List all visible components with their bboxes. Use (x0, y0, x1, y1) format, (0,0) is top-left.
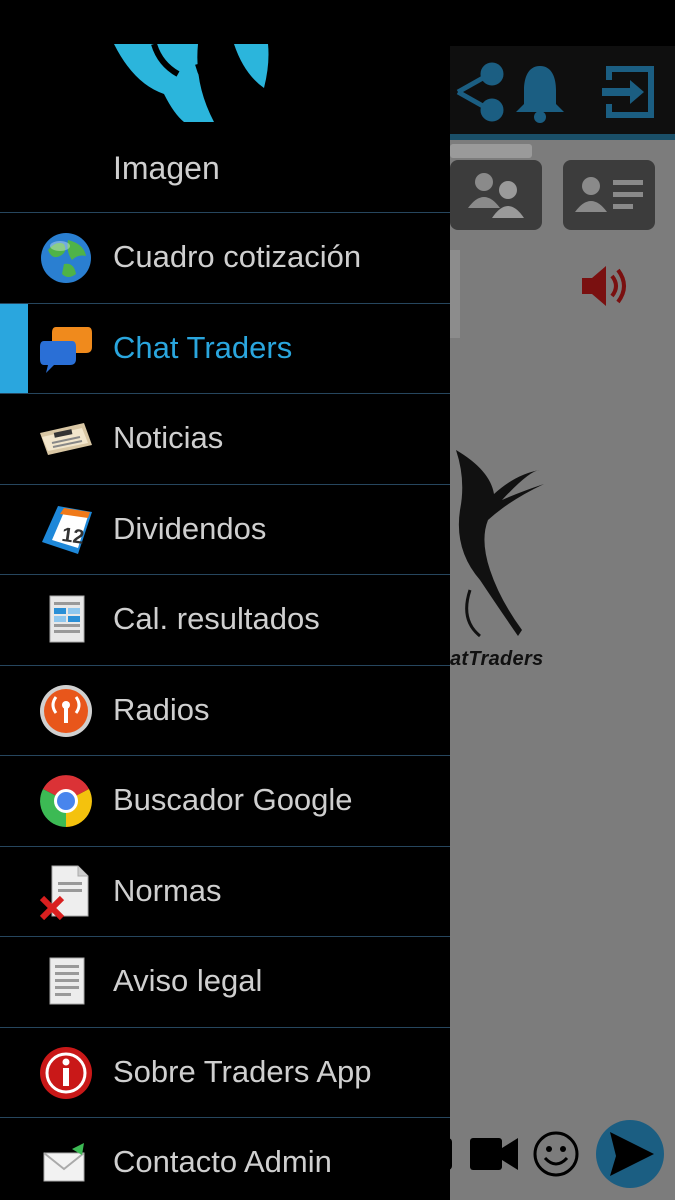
menu-item-radios[interactable]: Radios (0, 664, 450, 756)
menu-item-noticias[interactable]: Noticias (0, 393, 450, 484)
logout-icon[interactable] (598, 60, 662, 124)
menu-item-aviso-legal[interactable]: Aviso legal (0, 936, 450, 1027)
menu-item-label: Dividendos (113, 510, 267, 546)
send-icon[interactable] (594, 1118, 666, 1190)
phoenix-logo (456, 450, 544, 638)
menu-item-label: Noticias (113, 420, 224, 455)
newspaper-icon (40, 423, 92, 455)
menu-item-label: Contacto Admin (113, 1144, 332, 1179)
menu-item-label: Cal. resultados (113, 601, 320, 636)
share-icon[interactable] (448, 60, 512, 124)
drawer-menu: Cuadro cotización Chat Traders Noticias (0, 212, 450, 1200)
chat-bubbles-icon (40, 326, 92, 373)
users-icon (468, 173, 524, 218)
menu-item-buscador-google[interactable]: Buscador Google (0, 755, 450, 846)
logo-text: atTraders (450, 648, 544, 670)
calendar-icon: 12 (42, 505, 92, 554)
document-icon (49, 595, 85, 643)
document-icon (49, 957, 85, 1005)
video-camera-icon[interactable] (470, 1134, 520, 1174)
profile-tab[interactable] (563, 160, 655, 230)
menu-item-label: Sobre Traders App (113, 1053, 372, 1089)
id-card-icon (575, 177, 643, 212)
menu-item-cal-resultados[interactable]: Cal. resultados (0, 574, 450, 665)
menu-item-label: Chat Traders (113, 329, 293, 365)
speaker-icon[interactable] (578, 264, 630, 308)
menu-item-chat-traders[interactable]: Chat Traders (0, 302, 450, 393)
header-image (94, 44, 274, 122)
globe-icon (41, 233, 91, 283)
menu-item-label: Aviso legal (113, 963, 263, 998)
menu-item-contacto-admin[interactable]: Contacto Admin (0, 1117, 450, 1200)
menu-item-label: Normas (113, 872, 222, 908)
menu-item-label: Cuadro cotización (113, 239, 362, 274)
phoenix-header-icon (114, 44, 269, 122)
menu-item-label: Radios (113, 691, 210, 727)
bell-icon[interactable] (508, 60, 572, 124)
document-x-icon (39, 865, 89, 920)
message-box-edge (450, 250, 460, 338)
envelope-icon (43, 1143, 85, 1182)
menu-item-cuadro-cotizacion[interactable]: Cuadro cotización (0, 212, 450, 303)
menu-item-sobre-traders-app[interactable]: Sobre Traders App (0, 1026, 450, 1118)
tab-indicator (450, 144, 532, 158)
calendar-number: 12 (60, 523, 85, 548)
chrome-icon (40, 775, 92, 827)
menu-item-dividendos[interactable]: 12 Dividendos (0, 483, 450, 575)
radio-icon (40, 684, 92, 737)
drawer-header-label: Imagen (113, 150, 220, 186)
emoji-icon[interactable] (532, 1130, 580, 1178)
menu-item-normas[interactable]: Normas (0, 845, 450, 937)
users-tab[interactable] (450, 160, 542, 230)
navigation-drawer: Imagen Cuadro cotización Chat Traders No… (0, 0, 450, 1200)
active-indicator (0, 303, 28, 393)
info-icon (40, 1046, 92, 1099)
menu-item-label: Buscador Google (113, 782, 353, 817)
